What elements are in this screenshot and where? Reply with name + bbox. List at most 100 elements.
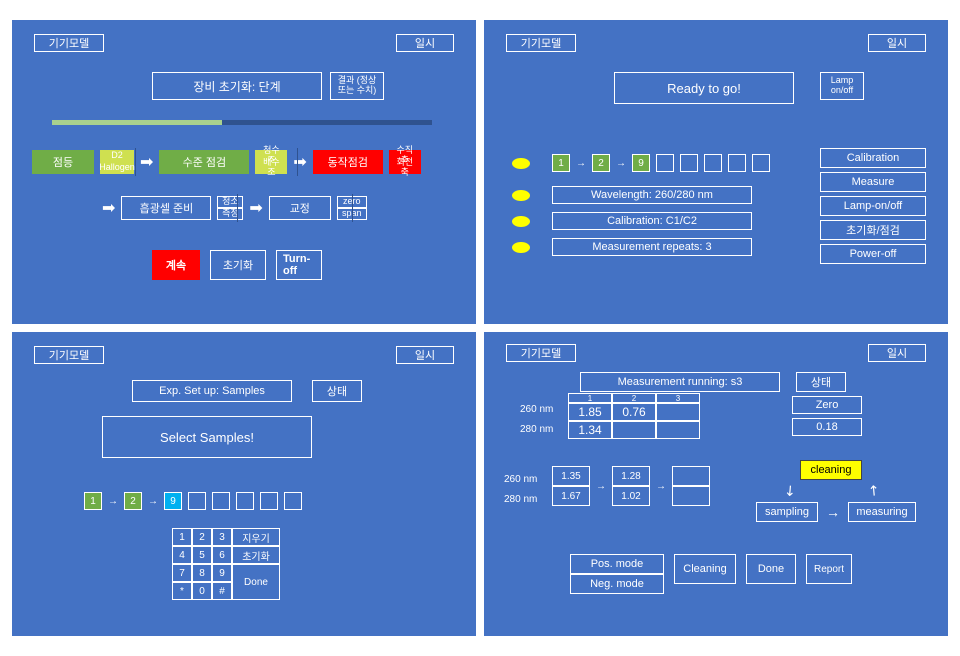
- neg-mode-button[interactable]: Neg. mode: [570, 574, 664, 594]
- arrow-right-icon: →: [148, 496, 158, 507]
- init-title: 장비 초기화: 단계: [152, 72, 322, 100]
- arrow-right-icon: →: [656, 481, 666, 492]
- t280-2: 1.02: [612, 486, 650, 506]
- seq-empty[interactable]: [260, 492, 278, 510]
- r280-2: [612, 421, 656, 439]
- seq-9[interactable]: 9: [164, 492, 182, 510]
- status-dot-icon: [512, 216, 530, 227]
- key-4[interactable]: 4: [172, 546, 192, 564]
- key-9[interactable]: 9: [212, 564, 232, 582]
- init-check-button[interactable]: 초기화/점검: [820, 220, 926, 240]
- pos-mode-button[interactable]: Pos. mode: [570, 554, 664, 574]
- seq-1[interactable]: 1: [552, 154, 570, 172]
- result-label: 결과 (정상 또는 수치): [330, 72, 384, 100]
- panel-ready: 기기모델 일시 Ready to go! Lamp on/off 1 → 2 →…: [484, 20, 948, 324]
- initialize-button[interactable]: 초기화: [210, 250, 266, 280]
- col-3: 3: [656, 393, 700, 403]
- seq-9[interactable]: 9: [632, 154, 650, 172]
- calibration-button[interactable]: Calibration: [820, 148, 926, 168]
- seq-empty[interactable]: [752, 154, 770, 172]
- lamp-button[interactable]: Lamp-on/off: [820, 196, 926, 216]
- arrow-right-icon: →: [596, 481, 606, 492]
- seq-empty[interactable]: [704, 154, 722, 172]
- done-button[interactable]: Done: [746, 554, 796, 584]
- seq-1[interactable]: 1: [84, 492, 102, 510]
- key-6[interactable]: 6: [212, 546, 232, 564]
- level-check-step: 수준 점검: [159, 150, 249, 174]
- panel-setup: 기기모델 일시 Exp. Set up: Samples 상태 Select S…: [12, 332, 476, 636]
- seq-empty[interactable]: [680, 154, 698, 172]
- measure-button[interactable]: Measure: [820, 172, 926, 192]
- t260-1: 1.35: [552, 466, 590, 486]
- seq-empty[interactable]: [728, 154, 746, 172]
- panel-init: 기기모델 일시 장비 초기화: 단계 결과 (정상 또는 수치) 점등 D2 H…: [12, 20, 476, 324]
- wavelength-value: Wavelength: 260/280 nm: [552, 186, 752, 204]
- key-5[interactable]: 5: [192, 546, 212, 564]
- t280-1: 1.67: [552, 486, 590, 506]
- key-7[interactable]: 7: [172, 564, 192, 582]
- key-2[interactable]: 2: [192, 528, 212, 546]
- model-label: 기기모델: [34, 346, 104, 364]
- calibration-step: 교정: [269, 196, 331, 220]
- d2-label: D2: [100, 150, 134, 162]
- arrow-right-icon: →: [108, 496, 118, 507]
- key-hash[interactable]: #: [212, 582, 232, 600]
- cell-prep-step: 흡광셀 준비: [121, 196, 211, 220]
- t260-2: 1.28: [612, 466, 650, 486]
- wastewater-label: 배수조: [255, 162, 287, 174]
- seq-2[interactable]: 2: [592, 154, 610, 172]
- divider: [297, 148, 298, 176]
- clean-label: 청소: [217, 196, 243, 208]
- t280-3: [672, 486, 710, 506]
- t260-3: [672, 466, 710, 486]
- divider: [135, 148, 136, 176]
- key-0[interactable]: 0: [192, 582, 212, 600]
- repeats-value: Measurement repeats: 3: [552, 238, 752, 256]
- seq-empty[interactable]: [188, 492, 206, 510]
- arrow-right-icon: ➡: [102, 198, 115, 218]
- report-button[interactable]: Report: [806, 554, 852, 584]
- r260-1: 1.85: [568, 403, 612, 421]
- r260-3: [656, 403, 700, 421]
- measuring-state: measuring: [848, 502, 916, 522]
- cleaning-button[interactable]: Cleaning: [674, 554, 736, 584]
- ready-title: Ready to go!: [614, 72, 794, 104]
- key-8[interactable]: 8: [192, 564, 212, 582]
- row260-label-2: 260 nm: [504, 474, 537, 485]
- arrow-icon: ↖: [864, 480, 884, 501]
- arrow-right-icon: →: [616, 158, 626, 169]
- model-label: 기기모델: [34, 34, 104, 52]
- running-title: Measurement running: s3: [580, 372, 780, 392]
- r280-1: 1.34: [568, 421, 612, 439]
- model-label: 기기모델: [506, 34, 576, 52]
- divider: [237, 194, 238, 222]
- divider: [352, 194, 353, 222]
- seq-empty[interactable]: [656, 154, 674, 172]
- select-prompt: Select Samples!: [102, 416, 312, 458]
- key-clear[interactable]: 지우기: [232, 528, 280, 546]
- key-star[interactable]: *: [172, 582, 192, 600]
- sampling-state: sampling: [756, 502, 818, 522]
- arrow-icon: ↙: [780, 480, 800, 501]
- key-3[interactable]: 3: [212, 528, 232, 546]
- status-dot-icon: [512, 158, 530, 169]
- panel-running: 기기모델 일시 Measurement running: s3 상태 260 n…: [484, 332, 948, 636]
- seq-empty[interactable]: [284, 492, 302, 510]
- datetime-label: 일시: [396, 346, 454, 364]
- turnoff-button[interactable]: Turn-off: [276, 250, 322, 280]
- model-label: 기기모델: [506, 344, 576, 362]
- key-init[interactable]: 초기화: [232, 546, 280, 564]
- key-done[interactable]: Done: [232, 564, 280, 600]
- lamp-onoff-indicator[interactable]: Lamp on/off: [820, 72, 864, 100]
- seq-2[interactable]: 2: [124, 492, 142, 510]
- seq-empty[interactable]: [212, 492, 230, 510]
- datetime-label: 일시: [868, 34, 926, 52]
- key-1[interactable]: 1: [172, 528, 192, 546]
- datetime-label: 일시: [868, 344, 926, 362]
- r260-2: 0.76: [612, 403, 656, 421]
- continue-button[interactable]: 계속: [152, 250, 200, 280]
- seq-empty[interactable]: [236, 492, 254, 510]
- r280-3: [656, 421, 700, 439]
- fill-label: 측정: [217, 208, 243, 220]
- power-off-button[interactable]: Power-off: [820, 244, 926, 264]
